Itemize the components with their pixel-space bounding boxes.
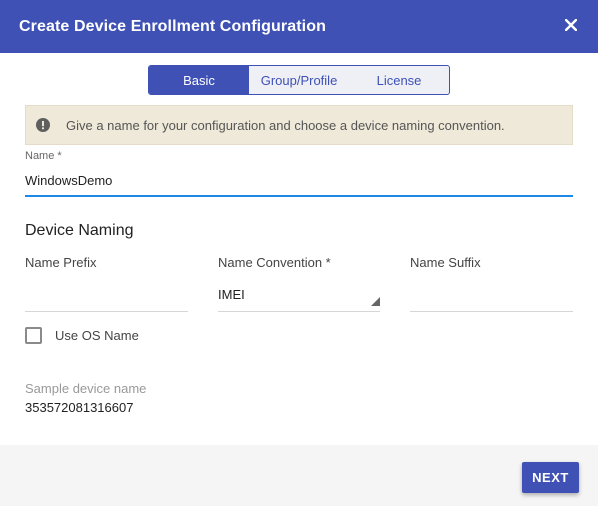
- use-os-name-checkbox[interactable]: [25, 327, 42, 344]
- notice-text: Give a name for your configuration and c…: [66, 117, 505, 133]
- exclamation-circle-icon: [36, 118, 50, 132]
- dialog-footer: NEXT: [0, 445, 598, 506]
- name-suffix-input[interactable]: [410, 285, 573, 312]
- tab-bar: Basic Group/Profile License: [148, 65, 450, 95]
- dialog-title: Create Device Enrollment Configuration: [19, 17, 326, 35]
- tab-license[interactable]: License: [349, 66, 449, 94]
- dialog-header: Create Device Enrollment Configuration: [0, 0, 598, 53]
- name-label: Name *: [25, 150, 62, 162]
- name-input[interactable]: [25, 166, 573, 197]
- next-button[interactable]: NEXT: [522, 462, 579, 493]
- name-convention-label: Name Convention *: [218, 255, 331, 270]
- name-convention-value: IMEI: [218, 287, 245, 302]
- use-os-name-label: Use OS Name: [55, 328, 139, 343]
- name-prefix-input[interactable]: [25, 285, 188, 312]
- info-notice: Give a name for your configuration and c…: [25, 105, 573, 145]
- sample-device-name-value: 353572081316607: [25, 400, 134, 415]
- device-naming-title: Device Naming: [25, 222, 134, 239]
- name-suffix-label: Name Suffix: [410, 255, 481, 270]
- tab-basic[interactable]: Basic: [149, 66, 249, 94]
- name-convention-select[interactable]: IMEI: [218, 285, 380, 312]
- name-prefix-label: Name Prefix: [25, 255, 97, 270]
- tab-group-profile[interactable]: Group/Profile: [249, 66, 349, 94]
- close-icon[interactable]: [560, 14, 582, 36]
- sample-device-name-label: Sample device name: [25, 381, 147, 396]
- dropdown-caret-icon: [370, 293, 380, 306]
